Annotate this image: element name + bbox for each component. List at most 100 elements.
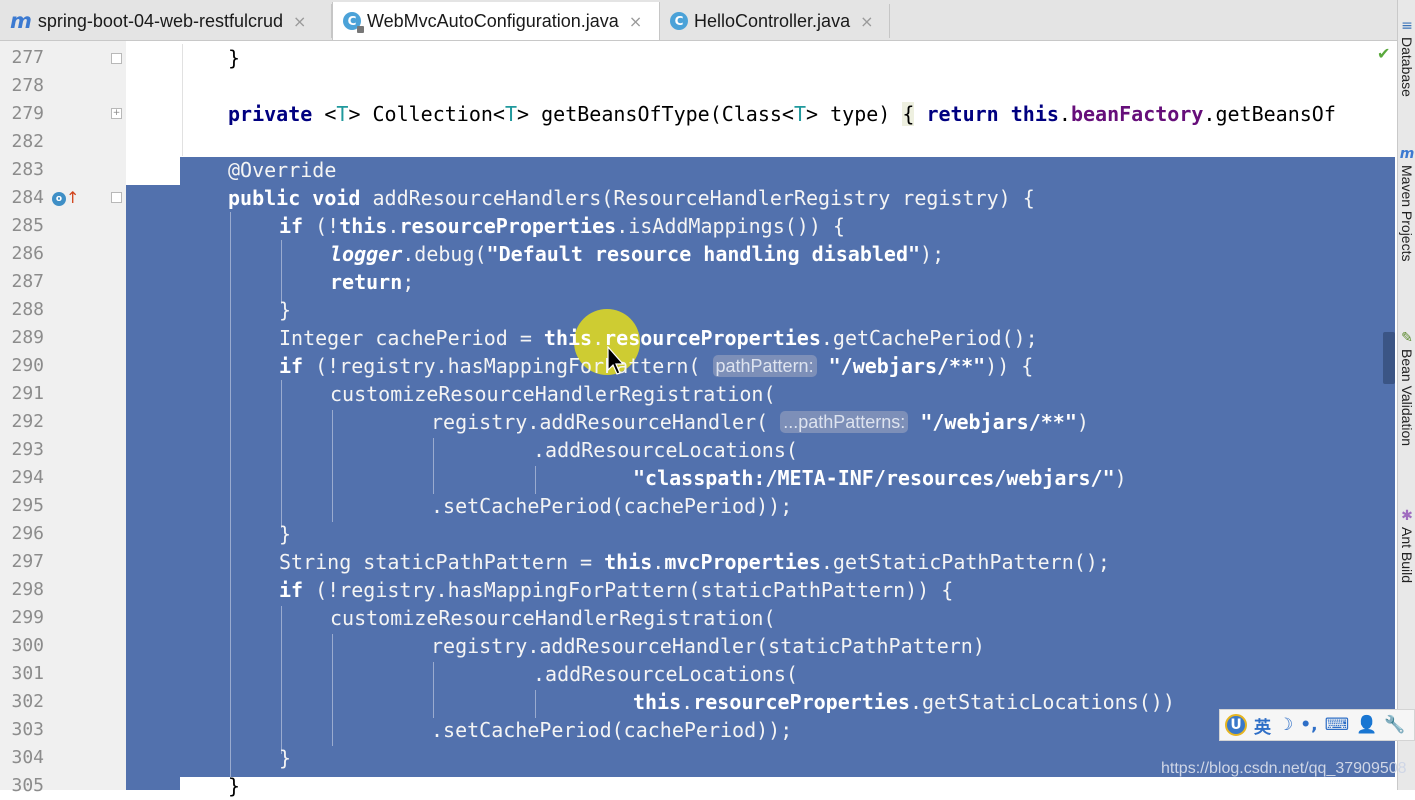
code-line[interactable]: 301 .addResourceLocations( bbox=[0, 660, 1397, 688]
ime-toolbar: U 英 ☽ •, ⌨ 👤 🔧 bbox=[1219, 709, 1415, 741]
tab-webmvc-autoconfiguration[interactable]: C WebMvcAutoConfiguration.java × bbox=[332, 2, 660, 40]
code-line[interactable]: 289 Integer cachePeriod = this.resourceP… bbox=[0, 324, 1397, 352]
code-line[interactable]: 285 if (!this.resourceProperties.isAddMa… bbox=[0, 212, 1397, 240]
tool-window-sidebar: ≡ Database m Maven Projects ✎ Bean Valid… bbox=[1397, 0, 1415, 790]
code-line[interactable]: 302 this.resourceProperties.getStaticLoc… bbox=[0, 688, 1397, 716]
code-line[interactable]: 279 private <T> Collection<T> getBeansOf… bbox=[0, 100, 1397, 128]
sidebar-item-bean-validation[interactable]: ✎ Bean Validation bbox=[1398, 330, 1415, 446]
sidebar-item-label: Maven Projects bbox=[1399, 165, 1415, 262]
lock-icon bbox=[357, 26, 364, 33]
close-icon[interactable]: × bbox=[629, 12, 642, 31]
ime-language-toggle[interactable]: 英 bbox=[1254, 713, 1271, 738]
ant-icon: ✱ bbox=[1401, 508, 1413, 524]
code-line[interactable]: 292 registry.addResourceHandler( ...path… bbox=[0, 408, 1397, 436]
line-number: 296 bbox=[11, 523, 44, 544]
tab-label: spring-boot-04-web-restfulcrud bbox=[37, 10, 283, 31]
line-number: 293 bbox=[11, 439, 44, 460]
code-line[interactable]: 300 registry.addResourceHandler(staticPa… bbox=[0, 632, 1397, 660]
maven-module-icon: m bbox=[10, 9, 32, 33]
code-text: logger.debug("Default resource handling … bbox=[330, 242, 945, 266]
line-number: 305 bbox=[11, 775, 44, 796]
ime-logo-icon[interactable]: U bbox=[1225, 714, 1247, 736]
code-text: customizeResourceHandlerRegistration( bbox=[330, 382, 776, 406]
code-text: } bbox=[228, 46, 241, 70]
code-line[interactable]: 293 .addResourceLocations( bbox=[0, 436, 1397, 464]
code-line[interactable]: 286 logger.debug("Default resource handl… bbox=[0, 240, 1397, 268]
code-line[interactable]: 283 @Override bbox=[0, 156, 1397, 184]
line-number: 298 bbox=[11, 579, 44, 600]
code-text: } bbox=[279, 298, 292, 322]
code-line[interactable]: 299 customizeResourceHandlerRegistration… bbox=[0, 604, 1397, 632]
wrench-icon[interactable]: 🔧 bbox=[1384, 715, 1405, 735]
code-text: customizeResourceHandlerRegistration( bbox=[330, 606, 776, 630]
line-number: 297 bbox=[11, 551, 44, 572]
line-number: 288 bbox=[11, 299, 44, 320]
code-text: .addResourceLocations( bbox=[533, 438, 798, 462]
code-line[interactable]: 288 } bbox=[0, 296, 1397, 324]
code-text: String staticPathPattern = this.mvcPrope… bbox=[279, 550, 1110, 574]
line-number: 287 bbox=[11, 271, 44, 292]
code-text: registry.addResourceHandler(staticPathPa… bbox=[431, 634, 985, 658]
code-text: this.resourceProperties.getStaticLocatio… bbox=[633, 690, 1175, 714]
sidebar-item-label: Bean Validation bbox=[1399, 349, 1415, 447]
line-number: 302 bbox=[11, 691, 44, 712]
code-text: "classpath:/META-INF/resources/webjars/"… bbox=[633, 466, 1127, 490]
code-text: .addResourceLocations( bbox=[533, 662, 798, 686]
line-number: 285 bbox=[11, 215, 44, 236]
parameter-hint: pathPattern: bbox=[712, 355, 817, 377]
keyboard-icon[interactable]: ⌨ bbox=[1325, 715, 1350, 735]
inspection-ok-icon[interactable]: ✔ bbox=[1377, 44, 1390, 63]
close-icon[interactable]: × bbox=[860, 12, 873, 31]
maven-icon: m bbox=[1399, 146, 1415, 162]
code-text: if (!this.resourceProperties.isAddMappin… bbox=[279, 214, 845, 238]
line-number: 295 bbox=[11, 495, 44, 516]
sidebar-item-label: Ant Build bbox=[1399, 527, 1415, 584]
code-line[interactable]: 295 .setCachePeriod(cachePeriod)); bbox=[0, 492, 1397, 520]
code-text: if (!registry.hasMappingForPattern( path… bbox=[279, 354, 1034, 378]
line-number: 300 bbox=[11, 635, 44, 656]
sidebar-item-ant-build[interactable]: ✱ Ant Build bbox=[1398, 508, 1415, 583]
bean-validation-icon: ✎ bbox=[1401, 330, 1413, 346]
parameter-hint: ...pathPatterns: bbox=[780, 411, 909, 433]
tab-hello-controller[interactable]: C HelloController.java × bbox=[660, 4, 890, 38]
line-number: 304 bbox=[11, 747, 44, 768]
code-text: registry.addResourceHandler( ...pathPatt… bbox=[431, 410, 1089, 434]
tab-label: HelloController.java bbox=[694, 10, 851, 31]
code-line[interactable]: 294 "classpath:/META-INF/resources/webja… bbox=[0, 464, 1397, 492]
code-text: private <T> Collection<T> getBeansOfType… bbox=[228, 102, 1336, 126]
code-line[interactable]: 287 return; bbox=[0, 268, 1397, 296]
code-line[interactable]: 277 } bbox=[0, 44, 1397, 72]
line-number: 277 bbox=[11, 47, 44, 68]
code-text: .setCachePeriod(cachePeriod)); bbox=[431, 494, 793, 518]
database-icon: ≡ bbox=[1401, 18, 1413, 34]
class-icon: C bbox=[670, 12, 688, 30]
code-line[interactable]: 303 .setCachePeriod(cachePeriod)); bbox=[0, 716, 1397, 744]
code-text: } bbox=[279, 522, 292, 546]
line-number: 283 bbox=[11, 159, 44, 180]
line-number: 279 bbox=[11, 103, 44, 124]
code-line[interactable]: 290 if (!registry.hasMappingForPattern( … bbox=[0, 352, 1397, 380]
line-number: 282 bbox=[11, 131, 44, 152]
editor-tab-bar: m spring-boot-04-web-restfulcrud × C Web… bbox=[0, 0, 1397, 41]
code-text: if (!registry.hasMappingForPattern(stati… bbox=[279, 578, 954, 602]
punctuation-icon[interactable]: •, bbox=[1300, 715, 1317, 735]
tab-project[interactable]: m spring-boot-04-web-restfulcrud × bbox=[0, 4, 332, 38]
moon-icon[interactable]: ☽ bbox=[1278, 715, 1293, 735]
line-number: 290 bbox=[11, 355, 44, 376]
code-line[interactable]: 297 String staticPathPattern = this.mvcP… bbox=[0, 548, 1397, 576]
code-text: } bbox=[279, 746, 292, 770]
scrollbar-thumb[interactable] bbox=[1383, 332, 1395, 384]
code-line[interactable]: 296 } bbox=[0, 520, 1397, 548]
code-line[interactable]: 284 public void addResourceHandlers(Reso… bbox=[0, 184, 1397, 212]
code-line[interactable]: 298 if (!registry.hasMappingForPattern(s… bbox=[0, 576, 1397, 604]
code-line[interactable]: 291 customizeResourceHandlerRegistration… bbox=[0, 380, 1397, 408]
code-line[interactable]: 278 bbox=[0, 72, 1397, 100]
code-line[interactable]: 282 bbox=[0, 128, 1397, 156]
user-icon[interactable]: 👤 bbox=[1356, 715, 1377, 735]
line-number: 278 bbox=[11, 75, 44, 96]
line-number: 292 bbox=[11, 411, 44, 432]
close-icon[interactable]: × bbox=[293, 12, 306, 31]
sidebar-item-database[interactable]: ≡ Database bbox=[1398, 18, 1415, 97]
line-number: 284 bbox=[11, 187, 44, 208]
sidebar-item-maven[interactable]: m Maven Projects bbox=[1398, 146, 1415, 261]
